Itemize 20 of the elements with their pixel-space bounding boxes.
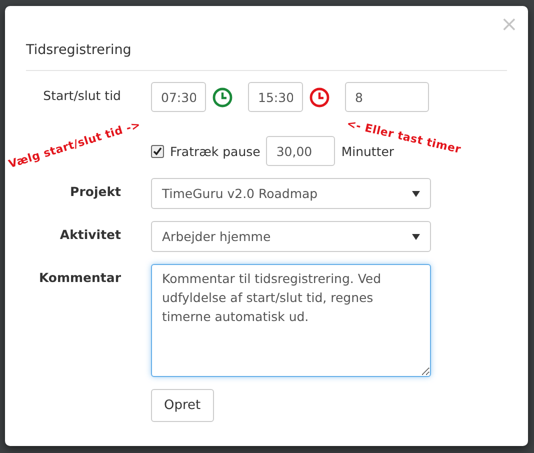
end-time-field[interactable]: 15:30 bbox=[248, 82, 303, 112]
field-label: Start/slut tid bbox=[42, 87, 121, 105]
field-label: Kommentar bbox=[38, 269, 121, 287]
pause-field[interactable]: 30,00 bbox=[266, 136, 336, 166]
field-label: Aktivitet bbox=[58, 226, 121, 244]
field-label: Projekt bbox=[69, 183, 121, 201]
checkbox[interactable] bbox=[151, 144, 164, 158]
unit-label: Minutter bbox=[341, 144, 394, 158]
caret-icon bbox=[412, 234, 420, 240]
dropdown[interactable]: Arbejder hjemme bbox=[151, 221, 431, 252]
clock-icon[interactable] bbox=[309, 86, 330, 108]
create-button[interactable]: Opret bbox=[151, 389, 214, 422]
hours-field[interactable]: 8 bbox=[345, 82, 429, 112]
clock-icon[interactable] bbox=[212, 86, 233, 108]
start-time-field[interactable]: 07:30 bbox=[151, 82, 206, 112]
comment-field[interactable]: Kommentar til tidsregistrering. Ved udfyldelse af start/slut tid, regnes timerne automatisk ud. bbox=[151, 264, 431, 377]
caret-icon bbox=[412, 190, 420, 196]
dropdown[interactable]: TimeGuru v2.0 Roadmap bbox=[151, 178, 431, 209]
checkbox-label: Fratræk pause bbox=[170, 144, 260, 158]
dialog-title: Tidsregistrering bbox=[26, 42, 132, 58]
